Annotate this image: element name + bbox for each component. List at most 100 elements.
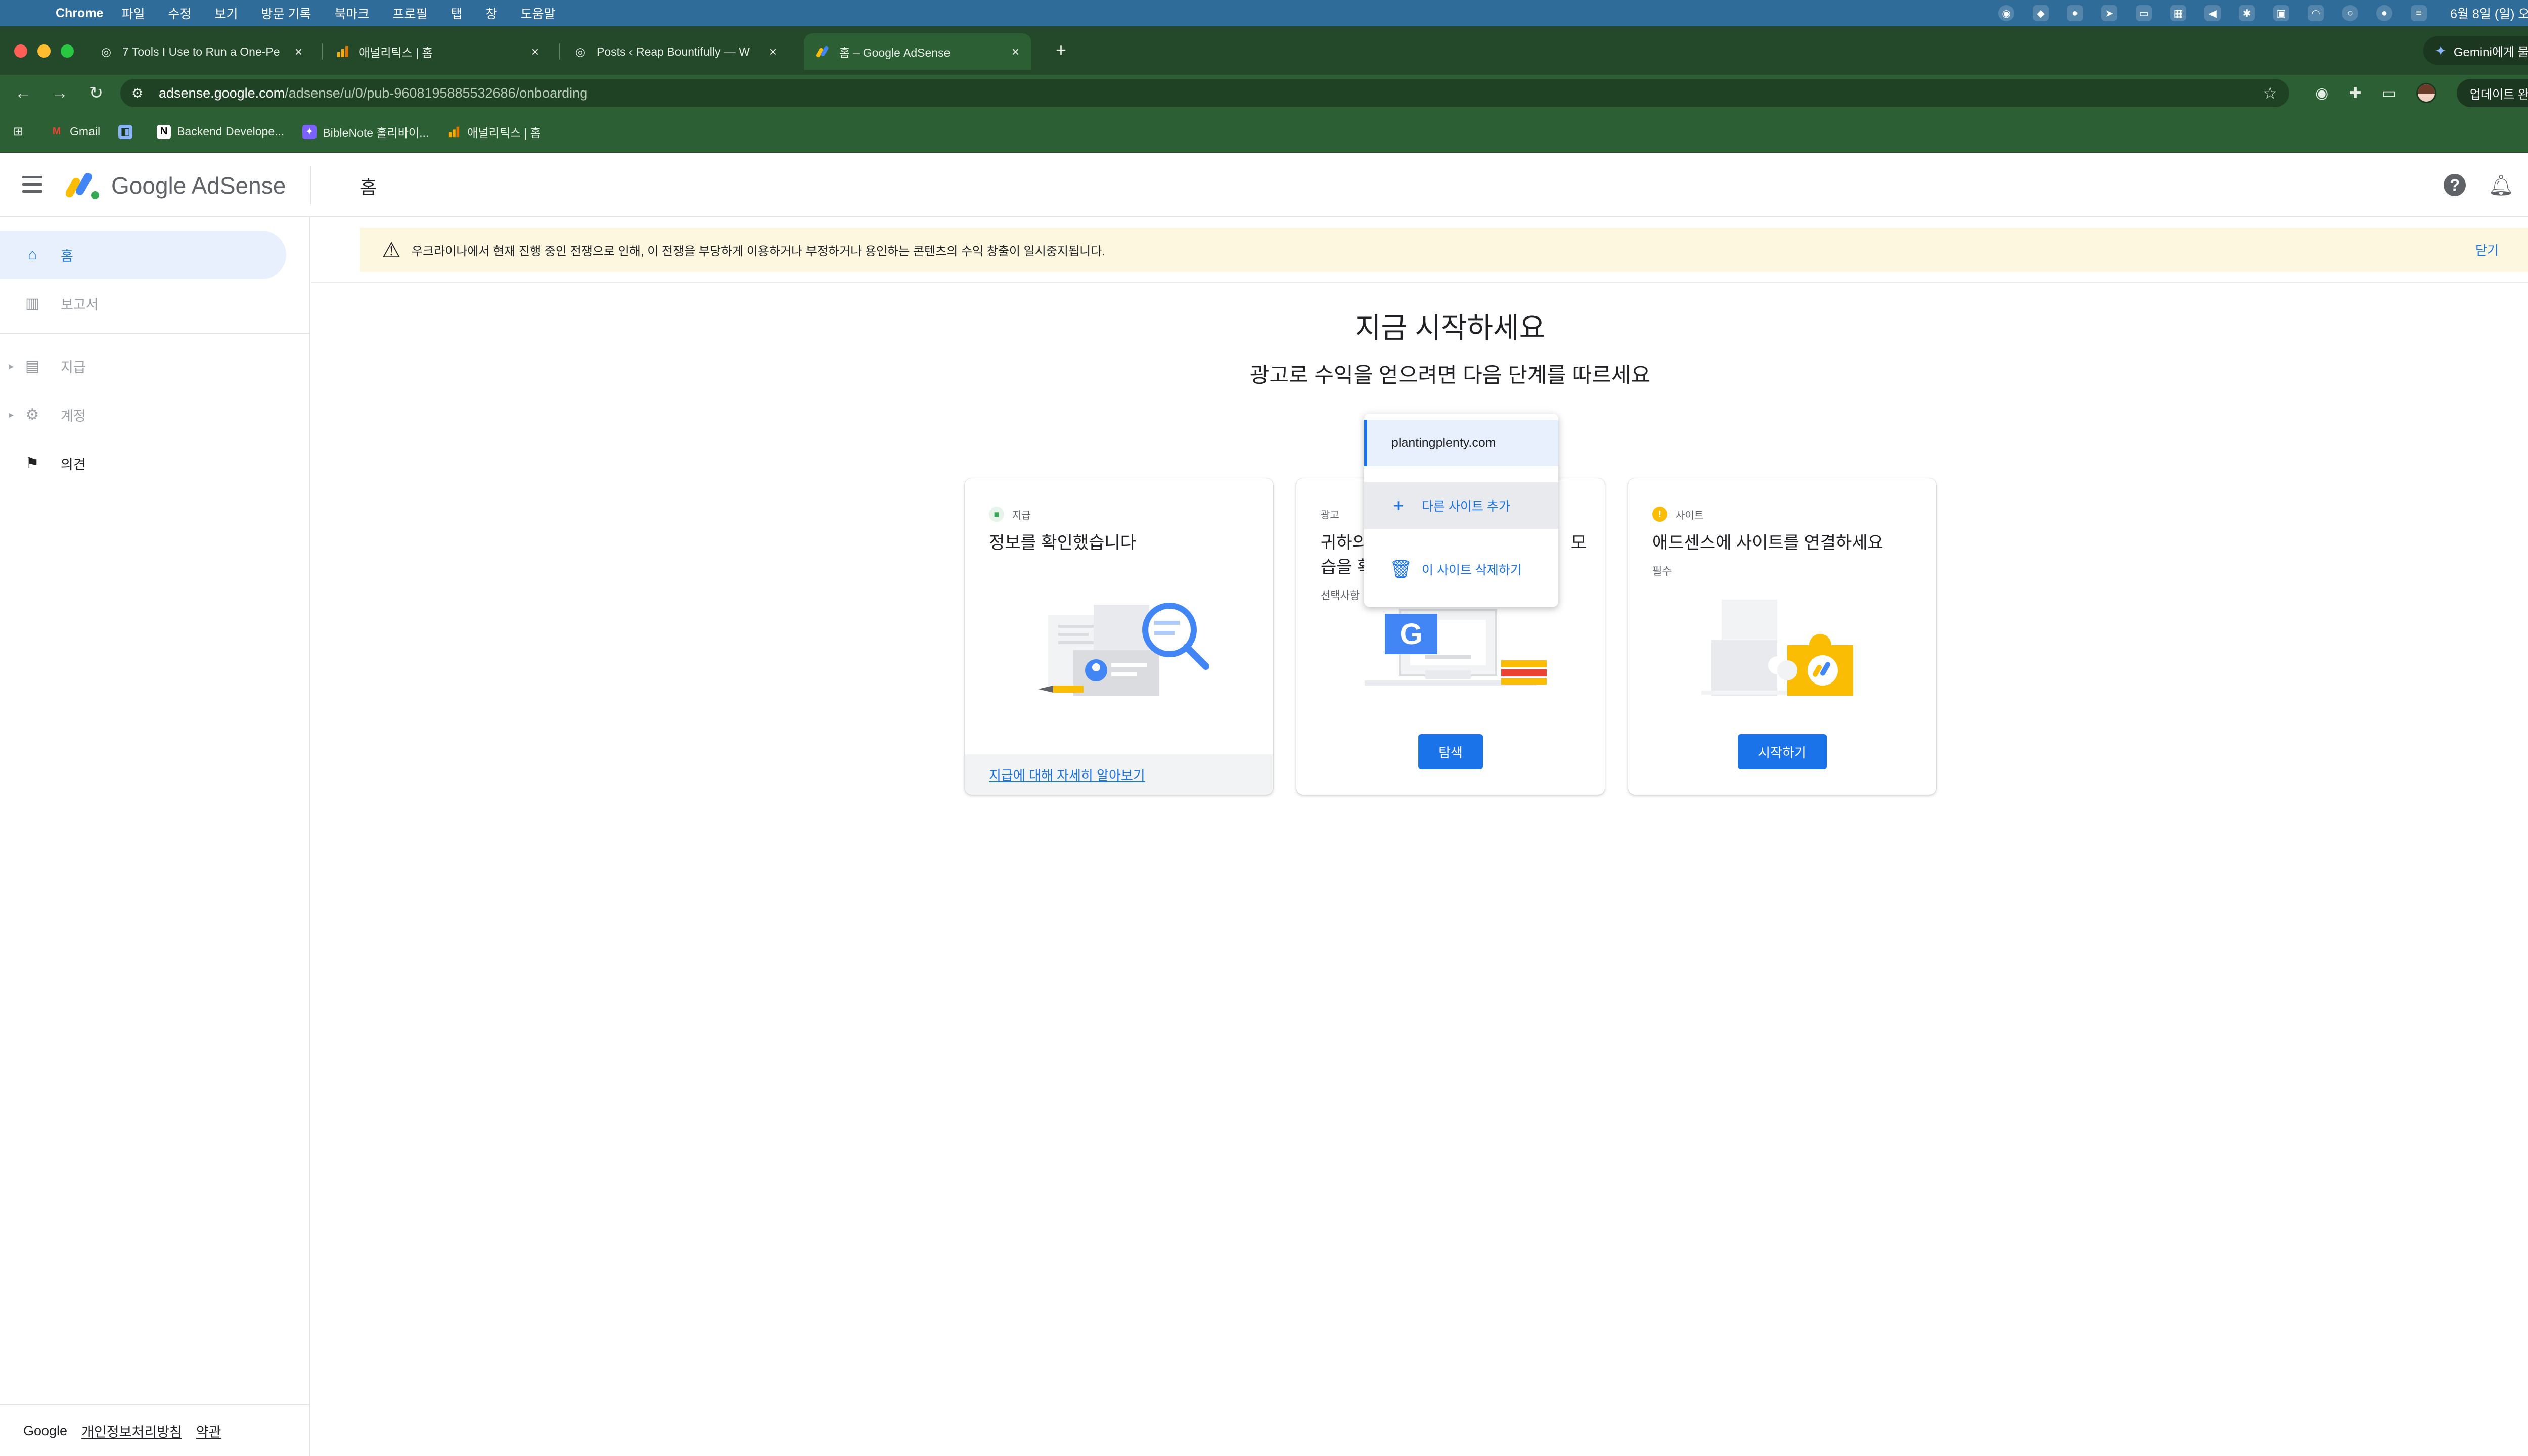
display-icon[interactable]: ▭ [2136,5,2152,21]
notion-icon: N [157,124,171,139]
cast-icon[interactable]: ▭ [2381,84,2396,102]
tab-title: 7 Tools I Use to Run a One-Pe [122,44,280,58]
add-site-button[interactable]: + 다른 사이트 추가 [1364,482,1558,529]
sidebar-item-account[interactable]: ▸ ⚙ 계정 [0,390,286,439]
window-manager-icon[interactable]: ▦ [2170,5,2187,21]
forward-arrow-icon[interactable]: → [41,83,78,103]
update-button[interactable]: 업데이트 완료 ⋮ [2456,79,2528,107]
delete-site-label: 이 사이트 삭제하기 [1422,563,1522,577]
get-started-button[interactable]: 시작하기 [1738,734,1827,769]
tab-strip: ◎ 7 Tools I Use to Run a One-Pe × 애널리틱스 … [0,26,2528,75]
sidebar-item-label: 의견 [61,457,86,472]
menu-profiles[interactable]: 프로필 [392,4,427,22]
input-source-icon[interactable]: ▣ [2273,5,2290,21]
bookmark-star-icon[interactable]: ☆ [2263,83,2277,103]
tab-close-icon[interactable]: × [769,44,777,60]
warning-icon: ⚠ [382,238,401,262]
app-menu-chrome[interactable]: Chrome [56,6,103,21]
bookmark-analytics[interactable]: 애널리틱스 | 홈 [447,123,541,141]
screen-record-icon[interactable]: ● [2067,5,2084,21]
bookmark-gmail[interactable]: M Gmail [50,125,100,139]
tab-title: 애널리틱스 | 홈 [359,46,433,59]
password-manager-icon[interactable]: ◉ [1998,5,2015,21]
card-tag-label: 사이트 [1676,510,1704,521]
bluetooth-icon[interactable]: ✱ [2239,5,2255,21]
explore-button[interactable]: 탐색 [1418,734,1483,769]
spotlight-search-icon[interactable]: ○ [2342,5,2359,21]
menu-tab[interactable]: 탭 [451,4,463,22]
notifications-bell-icon[interactable]: 🔔︎ [2488,173,2514,197]
siri-icon[interactable]: ● [2376,5,2393,21]
tab-close-icon[interactable]: × [531,44,539,60]
sidebar-item-payments[interactable]: ▸ ▤ 지급 [0,342,286,390]
analytics-icon [447,125,461,139]
content-divider [311,282,2528,283]
site-settings-icon[interactable]: ⚙ [131,85,148,101]
menu-file[interactable]: 파일 [121,4,145,22]
sidebar-item-label: 지급 [61,359,86,375]
onboarding-title: 지금 시작하세요 [1355,312,1546,344]
logo-google: Google [111,172,187,199]
apps-grid-icon[interactable]: ⊞ [11,125,31,139]
help-icon[interactable]: ? [2444,174,2466,196]
new-tab-button[interactable]: + [1056,39,1066,61]
skype-icon[interactable]: ◆ [2033,5,2049,21]
card-tag: ! 사이트 [1652,507,1703,522]
tab-title: 홈 – Google AdSense [839,46,951,59]
tab-wordpress-posts[interactable]: ◎ Posts ‹ Reap Bountifully — W × [561,33,789,70]
menu-edit[interactable]: 수정 [168,4,191,22]
gmail-icon: M [52,126,61,137]
wifi-icon[interactable]: ◠ [2308,5,2324,21]
profile-avatar[interactable] [2416,83,2436,103]
bookmark-app[interactable]: ◧ [118,124,139,139]
control-center-icon[interactable]: ≡ [2411,5,2427,21]
app-header: Google AdSense 홈 ? 🔔︎ [0,153,2528,217]
tab-adsense-home[interactable]: 홈 – Google AdSense × [804,33,1031,70]
menu-bookmarks[interactable]: 북마크 [334,4,369,22]
site-option-selected[interactable]: plantingplenty.com [1364,420,1558,466]
menu-window[interactable]: 창 [486,4,498,22]
update-label: 업데이트 완료 [2469,87,2528,102]
bookmark-backend[interactable]: N Backend Develope... [157,124,284,139]
terms-link[interactable]: 약관 [196,1421,221,1441]
extensions-puzzle-icon[interactable]: ✚ [2349,84,2361,102]
tab-close-icon[interactable]: × [1012,44,1019,60]
menu-history[interactable]: 방문 기록 [261,4,311,22]
sidebar-item-home[interactable]: ⌂ 홈 [0,231,286,279]
window-close-button[interactable] [14,44,27,58]
analytics-icon [336,44,350,59]
puzzle-illustration-icon [1701,600,1853,696]
expand-caret-icon: ▸ [9,360,14,371]
sidebar-divider [0,333,310,334]
sidebar-item-feedback[interactable]: ⚑ 의견 [0,439,286,487]
menu-view[interactable]: 보기 [215,4,238,22]
biblenote-icon: ✦ [302,124,317,139]
address-bar[interactable]: ⚙ adsense.google.com/adsense/u/0/pub-960… [120,79,2289,107]
payments-learn-more-link[interactable]: 지급에 대해 자세히 알아보기 [965,754,1273,795]
card-tag: 광고 [1321,507,1339,521]
reload-icon[interactable]: ↻ [78,83,114,103]
bookmark-label: Gmail [70,125,101,138]
sidebar-item-reports[interactable]: ▥ 보고서 [0,279,286,328]
bookmark-biblenote[interactable]: ✦ BibleNote 홀리바이... [302,123,429,141]
privacy-link[interactable]: 개인정보처리방침 [81,1421,182,1441]
bookmarks-bar: ⊞ M Gmail ◧ N Backend Develope... ✦ Bibl… [0,111,2528,153]
window-zoom-button[interactable] [61,44,74,58]
card-sites: ! 사이트 애드센스에 사이트를 연결하세요 필수 시작하기 [1628,478,1936,795]
window-minimize-button[interactable] [37,44,51,58]
menu-help[interactable]: 도움말 [521,4,556,22]
menubar-clock[interactable]: 6월 8일 (일) 오후 9:35 [2450,4,2528,22]
hamburger-menu-icon[interactable] [22,176,42,193]
back-arrow-icon[interactable]: ← [5,83,41,103]
tab-analytics[interactable]: 애널리틱스 | 홈 × [324,33,551,70]
gear-icon: ⚙ [25,406,39,423]
volume-icon[interactable]: ◀ [2204,5,2221,21]
cursor-icon[interactable]: ➤ [2101,5,2118,21]
gemini-button[interactable]: ✦ Gemini에게 물어보기 [2423,36,2528,65]
tab-close-icon[interactable]: × [295,44,302,60]
banner-close-button[interactable]: 닫기 [2475,241,2499,259]
delete-site-button[interactable]: 🗑︎ 이 사이트 삭제하기 [1364,546,1558,593]
onboarding-subtitle: 광고로 수익을 얻으려면 다음 단계를 따르세요 [1249,363,1651,387]
tab-tools-article[interactable]: ◎ 7 Tools I Use to Run a One-Pe × [87,33,314,70]
password-extension-icon[interactable]: ◉ [2315,84,2328,102]
